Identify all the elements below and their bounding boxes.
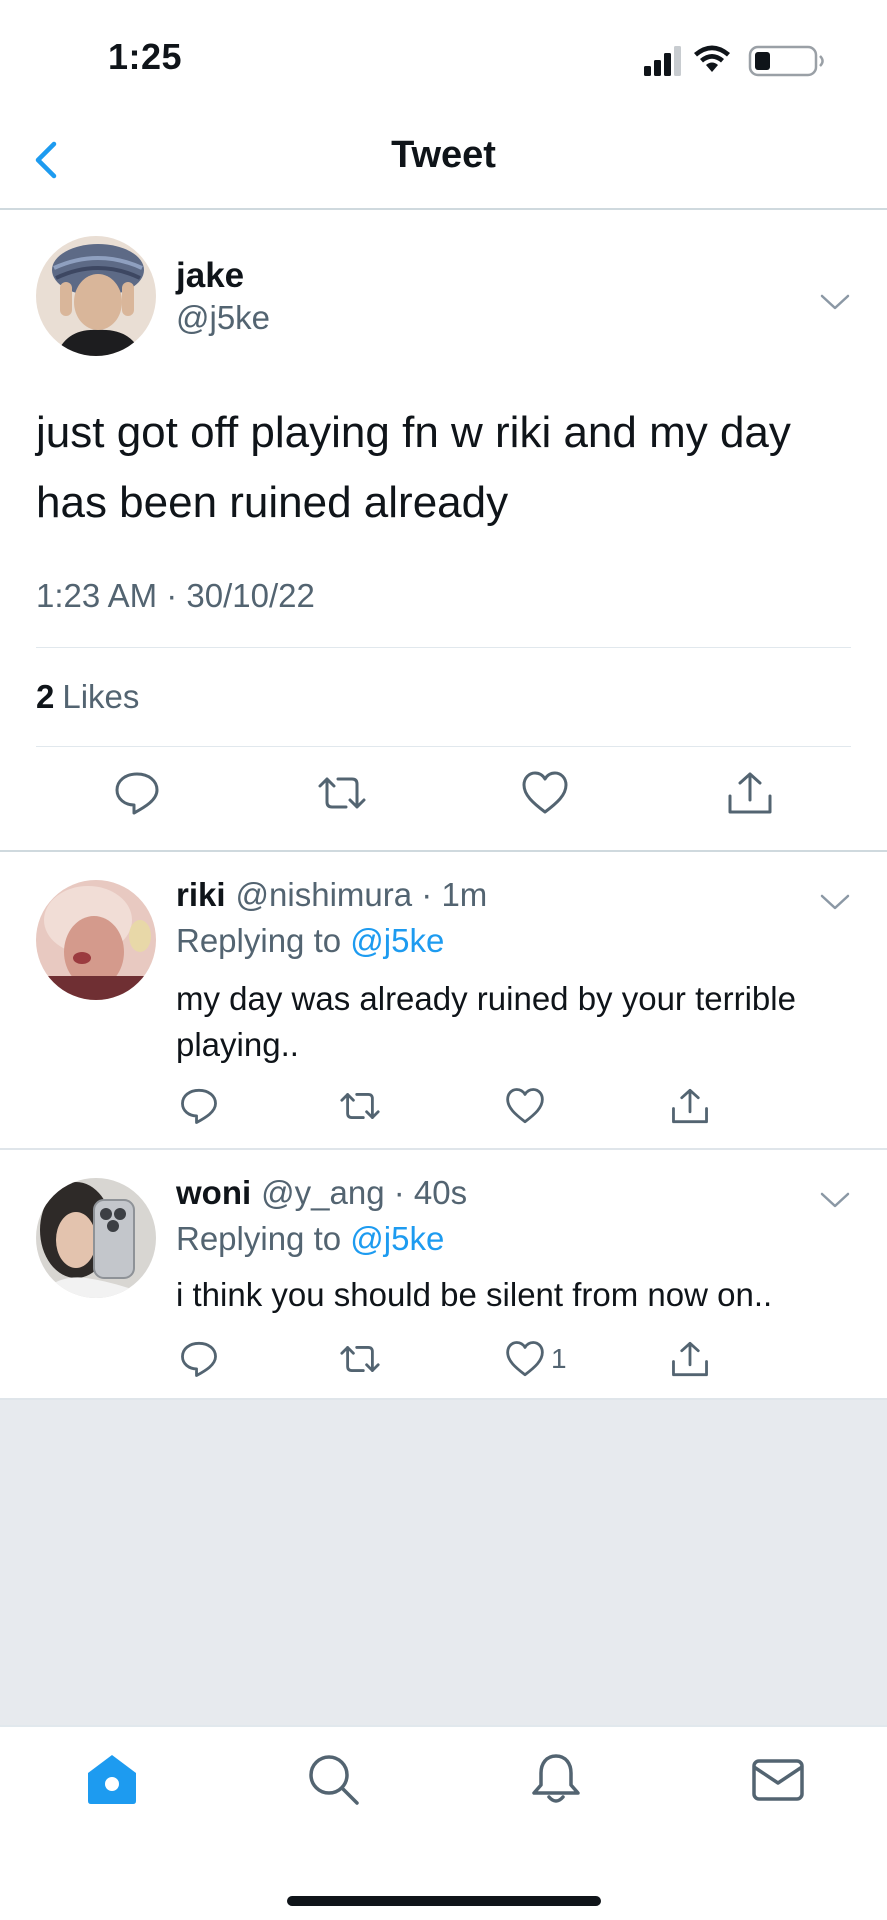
status-time: 1:25 xyxy=(108,36,183,77)
reply-button[interactable] xyxy=(180,1087,218,1125)
page-title: Tweet xyxy=(391,134,496,176)
tweet-detail-screen: 1:25 Tweet jake @j5ke just got off playi… xyxy=(0,0,887,1920)
wifi-icon xyxy=(694,45,730,72)
reply-text: i think you should be silent from now on… xyxy=(176,1276,773,1313)
like-button[interactable] xyxy=(505,1087,551,1125)
retweet-icon xyxy=(340,1346,380,1372)
battery-icon xyxy=(748,45,824,77)
share-button[interactable] xyxy=(726,770,774,816)
reply-text: my day was already ruined by your terrib… xyxy=(176,980,796,1063)
status-bar: 1:25 xyxy=(0,0,887,110)
main-tweet: jake @j5ke just got off playing fn w rik… xyxy=(0,212,887,852)
tweet-timestamp: 1:23 AM · 30/10/22 xyxy=(36,577,315,614)
divider xyxy=(36,647,851,648)
share-icon xyxy=(672,1088,708,1124)
tweet-actions xyxy=(0,770,887,830)
reply-tweet[interactable]: riki @nishimura · 1m Replying to @j5ke my… xyxy=(0,852,887,1150)
meta-separator: · xyxy=(412,876,442,913)
like-button[interactable]: 1 xyxy=(505,1340,567,1378)
reply-tweet[interactable]: woni @y_ang · 40s Replying to @j5ke i thi… xyxy=(0,1150,887,1400)
tweet-text: just got off playing fn w riki and my da… xyxy=(36,408,791,527)
reply-icon xyxy=(115,772,159,815)
author-avatar[interactable] xyxy=(36,236,156,356)
retweet-icon xyxy=(340,1093,380,1119)
chevron-down-icon[interactable] xyxy=(819,892,851,912)
reply-button[interactable] xyxy=(180,1340,218,1378)
reply-actions xyxy=(0,1087,887,1147)
reply-author-handle[interactable]: @nishimura xyxy=(236,876,413,913)
retweet-button[interactable] xyxy=(316,770,368,816)
cellular-signal-icon xyxy=(644,46,681,76)
reply-header: riki @nishimura · 1m xyxy=(176,876,487,914)
divider xyxy=(36,746,851,747)
author-name[interactable]: jake xyxy=(176,256,244,296)
chevron-down-icon[interactable] xyxy=(819,1190,851,1210)
reply-avatar[interactable] xyxy=(36,1178,156,1298)
status-icons xyxy=(644,45,824,77)
replying-to-line: Replying to @j5ke xyxy=(176,1220,444,1258)
mail-icon[interactable] xyxy=(750,1751,806,1807)
replying-to-mention[interactable]: @j5ke xyxy=(350,1220,444,1257)
retweet-icon xyxy=(318,777,366,809)
replying-to-line: Replying to @j5ke xyxy=(176,922,444,960)
reply-author-handle[interactable]: @y_ang xyxy=(261,1174,384,1211)
author-handle[interactable]: @j5ke xyxy=(176,299,270,337)
likes-label: Likes xyxy=(62,678,140,715)
retweet-button[interactable] xyxy=(338,1340,382,1378)
reply-author-name[interactable]: riki xyxy=(176,876,226,913)
likes-stat[interactable]: 2 Likes xyxy=(36,678,139,716)
share-button[interactable] xyxy=(670,1087,710,1125)
nav-bar: Tweet xyxy=(0,110,887,210)
reply-header: woni @y_ang · 40s xyxy=(176,1174,467,1212)
share-icon xyxy=(672,1341,708,1377)
search-icon[interactable] xyxy=(305,1751,361,1807)
replying-to-mention[interactable]: @j5ke xyxy=(350,922,444,959)
reply-time: 1m xyxy=(441,876,488,913)
replying-to-prefix: Replying to xyxy=(176,922,351,959)
heart-icon xyxy=(522,771,568,814)
share-button[interactable] xyxy=(670,1340,710,1378)
reply-icon xyxy=(181,1341,217,1377)
home-indicator[interactable] xyxy=(287,1896,601,1906)
like-button[interactable] xyxy=(521,770,569,816)
like-count: 1 xyxy=(551,1343,567,1374)
share-icon xyxy=(728,772,772,814)
meta-separator: · xyxy=(384,1174,414,1211)
reply-actions: 1 xyxy=(0,1340,887,1400)
retweet-button[interactable] xyxy=(338,1087,382,1125)
heart-icon xyxy=(506,1341,544,1377)
replying-to-prefix: Replying to xyxy=(176,1220,351,1257)
empty-feed-area xyxy=(0,1400,887,1725)
home-icon[interactable] xyxy=(84,1751,140,1807)
bell-icon[interactable] xyxy=(528,1751,584,1807)
reply-time: 40s xyxy=(413,1174,468,1211)
reply-avatar[interactable] xyxy=(36,880,156,1000)
heart-icon xyxy=(506,1088,544,1124)
likes-count: 2 xyxy=(36,678,55,715)
bottom-tab-bar xyxy=(0,1725,887,1920)
reply-icon xyxy=(181,1088,217,1124)
reply-button[interactable] xyxy=(114,770,160,816)
reply-author-name[interactable]: woni xyxy=(176,1174,251,1211)
chevron-down-icon[interactable] xyxy=(819,292,851,312)
